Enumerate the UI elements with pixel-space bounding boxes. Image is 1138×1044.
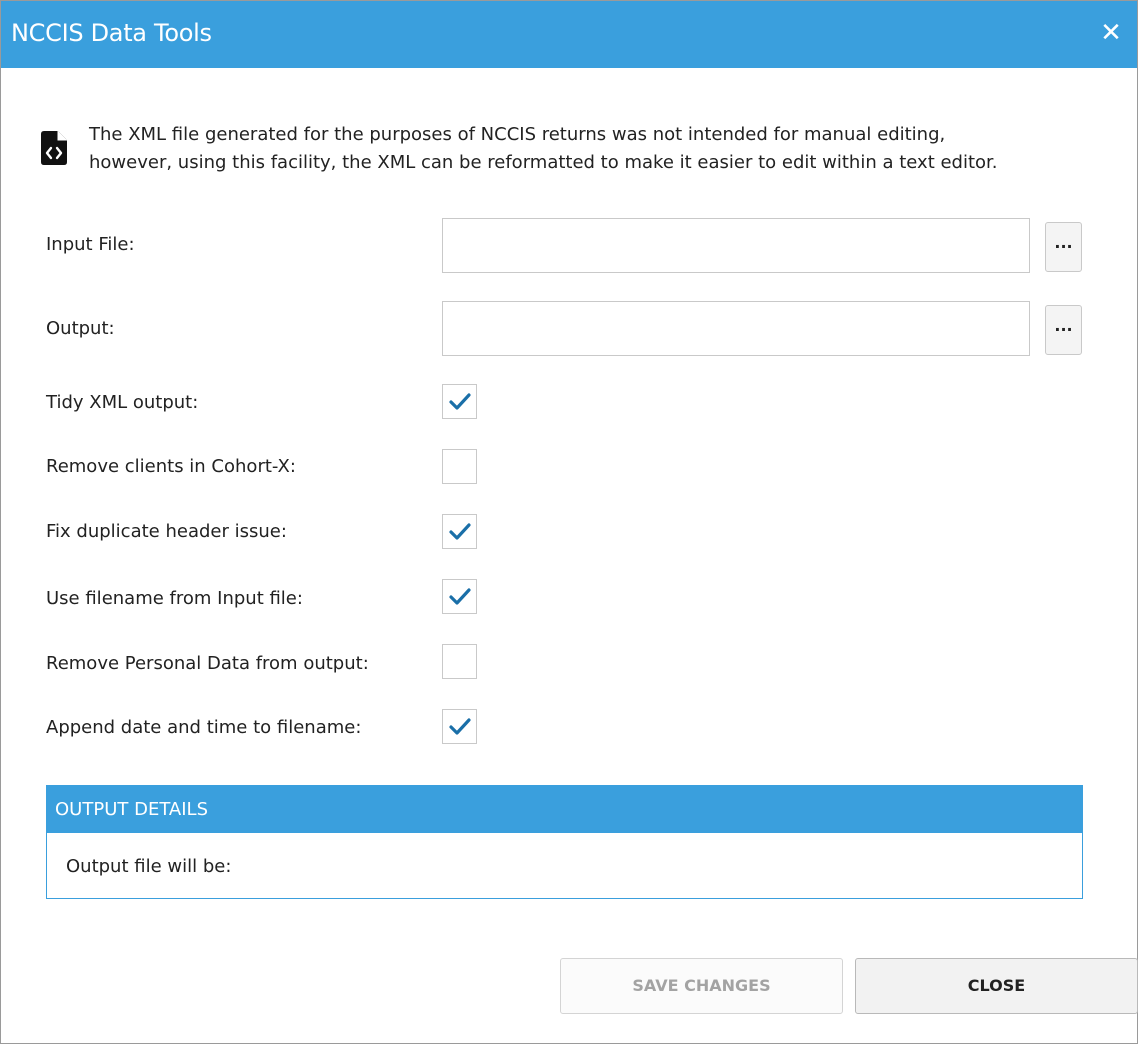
title-bar: NCCIS Data Tools ✕: [1, 1, 1137, 68]
use-input-filename-checkbox[interactable]: [442, 579, 477, 614]
save-changes-button[interactable]: SAVE CHANGES: [560, 958, 843, 1014]
nccis-data-tools-dialog: NCCIS Data Tools ✕ The XML file generate…: [0, 0, 1138, 1044]
checkmark-icon: [449, 393, 471, 410]
append-date-time-label: Append date and time to filename:: [46, 717, 362, 738]
info-text-line-2: however, using this facility, the XML ca…: [89, 152, 998, 173]
input-file-label: Input File:: [46, 234, 135, 255]
close-icon[interactable]: ✕: [1099, 20, 1123, 46]
fix-duplicate-header-checkbox[interactable]: [442, 514, 477, 549]
close-button[interactable]: CLOSE: [855, 958, 1138, 1014]
append-date-time-checkbox[interactable]: [442, 709, 477, 744]
remove-personal-data-checkbox[interactable]: [442, 644, 477, 679]
output-details-header: OUTPUT DETAILS: [47, 786, 1082, 833]
file-code-icon: [41, 131, 67, 165]
output-details-title: OUTPUT DETAILS: [55, 799, 208, 820]
info-text-line-1: The XML file generated for the purposes …: [89, 124, 946, 145]
output-browse-button[interactable]: ...: [1045, 305, 1082, 355]
input-file-browse-button[interactable]: ...: [1045, 222, 1082, 272]
input-file-field[interactable]: [442, 218, 1030, 273]
fix-duplicate-header-label: Fix duplicate header issue:: [46, 521, 287, 542]
output-label: Output:: [46, 318, 115, 339]
remove-cohort-x-checkbox[interactable]: [442, 449, 477, 484]
checkmark-icon: [449, 588, 471, 605]
tidy-xml-checkbox[interactable]: [442, 384, 477, 419]
remove-cohort-x-label: Remove clients in Cohort-X:: [46, 456, 296, 477]
remove-personal-data-label: Remove Personal Data from output:: [46, 653, 369, 674]
tidy-xml-label: Tidy XML output:: [46, 392, 199, 413]
window-title: NCCIS Data Tools: [11, 19, 212, 47]
output-field[interactable]: [442, 301, 1030, 356]
info-text: The XML file generated for the purposes …: [89, 121, 998, 177]
output-file-text: Output file will be:: [66, 856, 232, 877]
checkmark-icon: [449, 718, 471, 735]
checkmark-icon: [449, 523, 471, 540]
output-details-panel: OUTPUT DETAILS Output file will be:: [46, 785, 1083, 899]
use-input-filename-label: Use filename from Input file:: [46, 588, 303, 609]
